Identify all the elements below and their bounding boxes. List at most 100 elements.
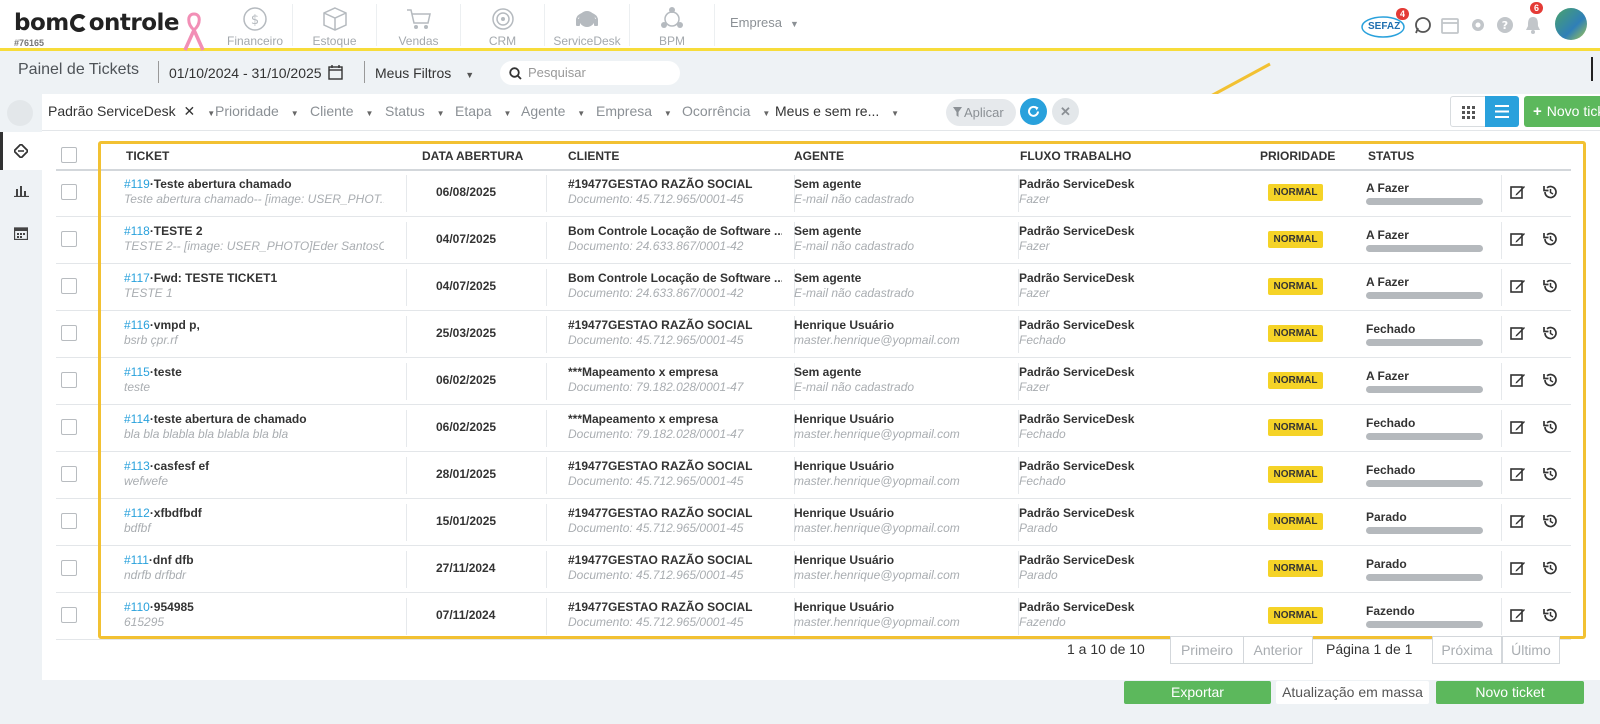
logo-text-right: ontrole: [88, 10, 180, 36]
export-button[interactable]: Exportar: [1124, 681, 1271, 704]
module-bpm[interactable]: BPM: [630, 4, 715, 48]
grid-icon: [1462, 106, 1475, 119]
row-checkbox[interactable]: [61, 325, 77, 341]
dollar-coin-icon: $: [243, 7, 267, 31]
pagination-info: 1 a 10 de 10: [1067, 641, 1145, 657]
grid-view-toggle[interactable]: [1450, 96, 1486, 127]
my-filters-label: Meus Filtros: [375, 65, 452, 81]
help-icon[interactable]: ?: [1496, 16, 1514, 34]
close-icon[interactable]: ✕: [184, 103, 196, 119]
row-checkbox[interactable]: [61, 184, 77, 200]
module-crm[interactable]: CRM: [461, 4, 545, 48]
row-checkbox[interactable]: [61, 607, 77, 623]
page-prefix: Página: [1326, 641, 1370, 657]
new-ticket-label: Novo ticket: [1546, 103, 1600, 119]
clear-filters-button[interactable]: ✕: [1052, 98, 1079, 125]
select-all-checkbox[interactable]: [61, 147, 77, 163]
notifications-button[interactable]: 6: [1524, 2, 1544, 39]
toolbar-divider: [364, 61, 365, 83]
top-navbar: bom ontrole #76165 $ Financeiro Estoque V…: [0, 0, 1600, 51]
filter-label: Status: [385, 103, 425, 119]
row-checkbox[interactable]: [61, 419, 77, 435]
whatsapp-icon[interactable]: [1414, 16, 1432, 34]
filter-label: Agente: [521, 103, 566, 119]
bell-icon: [1526, 17, 1540, 34]
footer-new-ticket-button[interactable]: Novo ticket: [1436, 681, 1584, 704]
network-icon: [661, 7, 683, 28]
list-view-toggle[interactable]: [1485, 96, 1519, 127]
apply-filters-button[interactable]: Aplicar: [946, 99, 1016, 126]
company-dropdown[interactable]: Empresa ▼: [730, 15, 799, 30]
module-label: CRM: [488, 34, 517, 48]
new-ticket-button[interactable]: +Novo ticket: [1524, 96, 1600, 127]
toolbar-divider: [158, 61, 159, 83]
calendar-icon[interactable]: [14, 226, 28, 240]
list-icon: [1495, 105, 1509, 118]
headset-icon: [576, 11, 598, 27]
row-checkbox[interactable]: [61, 231, 77, 247]
rail-item-tickets[interactable]: [0, 132, 42, 170]
module-estoque[interactable]: Estoque: [293, 4, 377, 48]
next-page-button[interactable]: Próxima: [1432, 636, 1502, 664]
caret-down-icon: ▼: [290, 109, 299, 118]
page-total: de 1: [1385, 641, 1413, 657]
cart-icon: [406, 9, 431, 29]
first-page-button[interactable]: Primeiro: [1170, 636, 1244, 664]
filter-company[interactable]: Empresa ▼: [596, 103, 672, 119]
filter-label: Cliente: [310, 103, 354, 119]
sefaz-button[interactable]: SEFAZ 4: [1360, 8, 1410, 43]
filter-client[interactable]: Cliente ▼: [310, 103, 373, 119]
calendar-icon[interactable]: [328, 65, 343, 80]
left-rail: [0, 131, 42, 724]
row-checkbox[interactable]: [61, 278, 77, 294]
svg-text:?: ?: [1502, 19, 1508, 32]
caret-down-icon: ▼: [436, 109, 445, 118]
my-filters-dropdown[interactable]: Meus Filtros ▼: [375, 65, 474, 81]
bar-chart-icon[interactable]: [14, 184, 29, 197]
module-servicedesk[interactable]: ServiceDesk: [545, 4, 630, 48]
caret-down-icon: ▼: [207, 109, 216, 118]
row-checkbox[interactable]: [61, 560, 77, 576]
user-avatar[interactable]: [1555, 8, 1587, 40]
bulk-update-button[interactable]: Atualização em massa: [1276, 681, 1429, 704]
module-label: Estoque: [312, 34, 357, 48]
logo-text-left: bom: [14, 10, 69, 36]
logo[interactable]: bom ontrole: [14, 10, 180, 36]
pink-ribbon-icon: [183, 12, 205, 51]
gear-icon[interactable]: [1469, 16, 1487, 34]
row-checkbox[interactable]: [61, 513, 77, 529]
back-circle-button[interactable]: [7, 100, 33, 126]
calendar-icon[interactable]: [1441, 16, 1459, 34]
filter-label: Ocorrência: [682, 103, 751, 119]
close-icon: ✕: [1060, 104, 1071, 119]
filter-stage[interactable]: Etapa ▼: [455, 103, 511, 119]
row-checkbox[interactable]: [61, 372, 77, 388]
filter-priority[interactable]: Prioridade ▼: [215, 103, 299, 119]
filter-workflow[interactable]: Padrão ServiceDesk ✕ ▼: [48, 103, 215, 120]
notifications-badge: 6: [1530, 2, 1544, 14]
filter-label: Etapa: [455, 103, 492, 119]
prev-page-button[interactable]: Anterior: [1243, 636, 1313, 664]
caret-down-icon: ▼: [365, 109, 374, 118]
module-label: BPM: [658, 34, 685, 48]
last-page-button[interactable]: Último: [1502, 636, 1560, 664]
filter-occurrence[interactable]: Ocorrência ▼: [682, 103, 770, 119]
search-input[interactable]: Pesquisar: [500, 61, 680, 85]
refresh-button[interactable]: [1020, 98, 1047, 125]
row-checkbox[interactable]: [61, 466, 77, 482]
caret-down-icon: ▼: [663, 109, 672, 118]
caret-down-icon: ▼: [790, 19, 799, 29]
module-financeiro[interactable]: $ Financeiro: [218, 4, 293, 48]
module-vendas[interactable]: Vendas: [377, 4, 461, 48]
page-title: Painel de Tickets: [18, 61, 139, 78]
filter-status[interactable]: Status ▼: [385, 103, 445, 119]
module-label: Financeiro: [226, 34, 284, 48]
ticket-icon: [14, 144, 28, 158]
filter-agent[interactable]: Agente ▼: [521, 103, 585, 119]
filter-label: Meus e sem re...: [775, 103, 880, 119]
account-id: #76165: [14, 38, 45, 48]
filter-bar: Padrão ServiceDesk ✕ ▼ Prioridade ▼ Clien…: [42, 94, 1600, 131]
filter-assignee-scope[interactable]: Meus e sem re... ▼: [775, 103, 899, 119]
sefaz-label: SEFAZ: [1368, 21, 1401, 32]
date-range-picker[interactable]: 01/10/2024 - 31/10/2025: [169, 65, 322, 81]
